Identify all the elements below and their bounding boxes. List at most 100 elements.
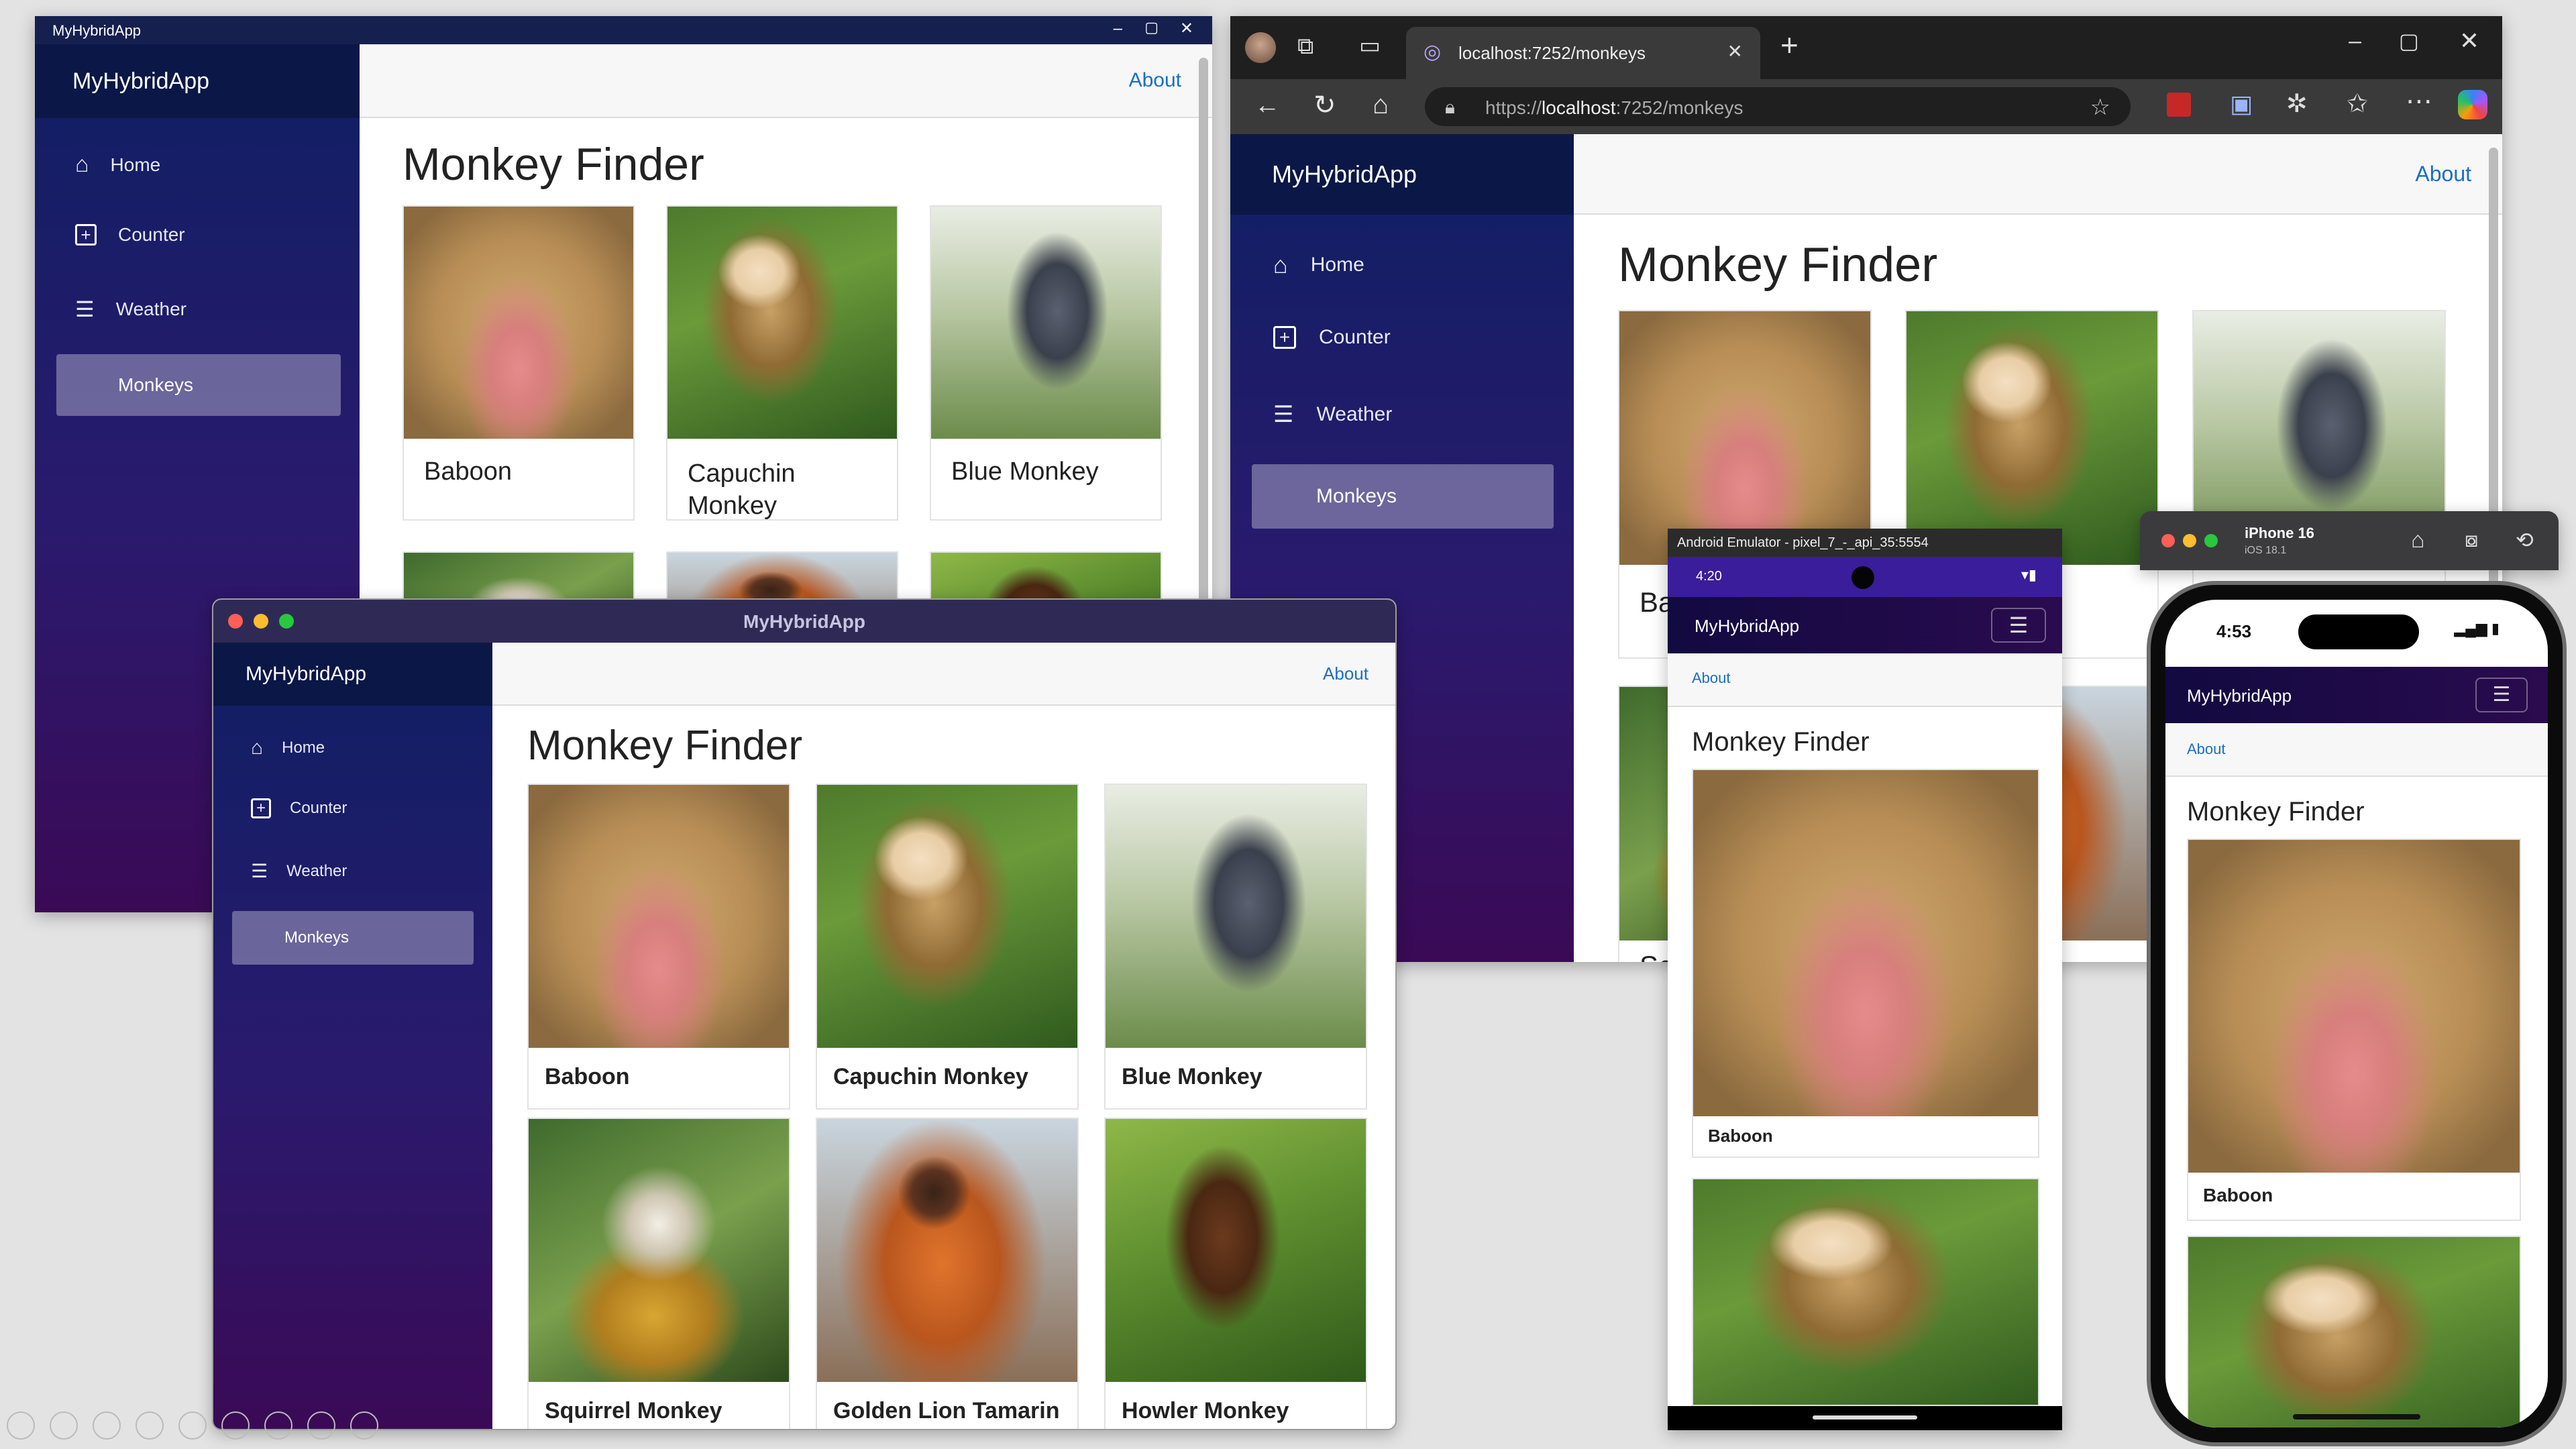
dock-icon[interactable] [7,1411,35,1440]
monkey-card[interactable]: Capuchin Monkey [666,205,898,521]
main-content: About Monkey Finder Baboon Capuchin Monk… [492,643,1395,1429]
monkey-photo [2188,840,2520,1173]
about-link[interactable]: About [1692,669,1731,687]
monkey-card[interactable] [1692,1178,2039,1406]
window-title: MyHybridApp [743,611,865,632]
ios-simulator-toolbar[interactable]: iPhone 16 iOS 18.1 ⌂ ⧇ ⟲ [2140,511,2559,570]
copilot-icon[interactable] [2458,90,2487,119]
monkey-name: Blue Monkey [1122,1064,1263,1089]
monkey-card[interactable]: Squirrel Monkey [527,1118,790,1429]
about-link[interactable]: About [1323,663,1368,684]
monkey-card[interactable]: Golden Lion Tamarin [816,1118,1079,1429]
page-title: Monkey Finder [1618,238,1938,292]
iphone-frame: 4:53 ▂▄▆ ▮ MyHybridApp ☰ About Monkey Fi… [2151,585,2563,1442]
app-header: MyHybridApp ☰ [2165,667,2548,723]
camera-cutout [1851,566,1874,589]
app-brand[interactable]: MyHybridApp [1272,160,1417,189]
close-icon[interactable] [2161,534,2175,547]
monkey-name: Blue Monkey [951,458,1099,486]
emulator-title-bar[interactable]: Android Emulator - pixel_7_-_api_35:5554 [1668,529,2062,557]
windows-title-bar[interactable]: MyHybridApp – ▢ ✕ [35,16,1212,44]
extension-icon[interactable] [2167,93,2191,117]
home-icon[interactable]: ⌂ [1373,90,1389,120]
nav-weather[interactable]: ☰ Weather [1273,401,1392,428]
extensions-icon[interactable]: ✲ [2286,89,2308,119]
reading-icon[interactable]: ▣ [2230,90,2253,118]
screenshot-icon[interactable]: ⧇ [2465,527,2478,553]
rotate-icon[interactable]: ⟲ [2516,527,2534,553]
nav-monkeys[interactable]: Monkeys [232,911,474,965]
monkey-card[interactable]: Capuchin Monkey [816,784,1079,1110]
dynamic-island [2298,614,2419,649]
monkey-photo [529,1119,789,1382]
browser-tab[interactable]: ◎ localhost:7252/monkeys ✕ [1406,27,1760,79]
favorite-star-icon[interactable]: ☆ [2090,94,2110,121]
workspaces-icon[interactable]: ⧉ [1297,34,1313,60]
nav-weather[interactable]: ☰ Weather [75,297,186,322]
maximize-icon[interactable]: ▢ [1144,19,1159,36]
nav-home[interactable]: ⌂ Home [251,737,325,759]
monkey-card[interactable]: Baboon [402,205,635,521]
zoom-icon[interactable] [2204,534,2218,547]
favorites-icon[interactable]: ✩ [2347,89,2368,119]
close-icon[interactable]: ✕ [1180,19,1193,38]
address-bar[interactable]: 🔒︎ https://localhost:7252/monkeys ☆ [1425,87,2131,126]
gesture-handle[interactable] [1813,1415,1917,1419]
list-icon: ☰ [251,861,268,881]
hamburger-menu-icon[interactable]: ☰ [2475,678,2528,712]
nav-weather[interactable]: ☰ Weather [251,860,347,882]
monkey-photo [1106,1119,1366,1382]
app-brand[interactable]: MyHybridApp [246,663,366,686]
tab-title: localhost:7252/monkeys [1458,43,1646,63]
nav-home[interactable]: ⌂ Home [75,152,160,178]
nav-counter[interactable]: + Counter [75,224,185,246]
dock-icon[interactable] [136,1411,164,1440]
about-link[interactable]: About [2187,741,2226,758]
hamburger-menu-icon[interactable]: ☰ [1991,608,2046,643]
monkey-name: Baboon [2203,1185,2273,1205]
minimize-icon[interactable]: – [1114,19,1122,38]
nav-monkeys[interactable]: Monkeys [56,354,341,416]
tab-close-icon[interactable]: ✕ [1727,40,1743,62]
monkey-card[interactable]: Baboon [1692,769,2039,1158]
dock-icon[interactable] [307,1411,335,1440]
maximize-icon[interactable]: ▢ [2399,28,2419,54]
home-indicator[interactable] [2293,1414,2420,1419]
dock-icon[interactable] [350,1411,378,1440]
home-icon[interactable]: ⌂ [2411,527,2425,553]
tab-actions-icon[interactable]: ▭ [1359,32,1381,59]
app-brand[interactable]: MyHybridApp [1695,616,1799,637]
dock-icon[interactable] [221,1411,250,1440]
monkey-card[interactable] [2187,1236,2521,1428]
nav-counter[interactable]: + Counter [251,798,347,818]
refresh-icon[interactable]: ↻ [1313,90,1336,121]
about-link[interactable]: About [1129,69,1181,92]
monkey-card[interactable]: Howler Monkey [1104,1118,1367,1429]
app-brand[interactable]: MyHybridApp [72,68,209,95]
about-link[interactable]: About [2415,162,2471,186]
dock-icon[interactable] [264,1411,292,1440]
nav-counter[interactable]: + Counter [1273,326,1391,349]
monkey-card[interactable]: Baboon [2187,839,2521,1221]
new-tab-icon[interactable]: + [1780,27,1799,63]
minimize-icon[interactable]: – [2349,28,2361,54]
brand-bar: MyHybridApp [35,44,360,118]
app-brand[interactable]: MyHybridApp [2187,686,2292,706]
dock-icon[interactable] [50,1411,78,1440]
nav-home[interactable]: ⌂ Home [1273,251,1364,279]
more-icon[interactable]: ⋯ [2406,86,2432,117]
nav-monkeys[interactable]: Monkeys [1252,464,1554,529]
minimize-icon[interactable] [2183,534,2196,547]
dock-icon[interactable] [178,1411,207,1440]
status-time: 4:53 [2216,621,2252,641]
status-time: 4:20 [1696,569,1722,584]
profile-avatar[interactable] [1245,32,1276,63]
back-icon[interactable]: ← [1254,91,1280,120]
dock-icon[interactable] [93,1411,121,1440]
monkey-card[interactable]: Blue Monkey [930,205,1162,521]
monkey-card[interactable]: Baboon [527,784,790,1110]
monkey-card[interactable]: Blue Monkey [1104,784,1367,1110]
close-icon[interactable]: ✕ [2459,27,2479,55]
plus-square-icon: + [1273,326,1296,349]
mac-title-bar[interactable]: MyHybridApp [213,600,1395,643]
